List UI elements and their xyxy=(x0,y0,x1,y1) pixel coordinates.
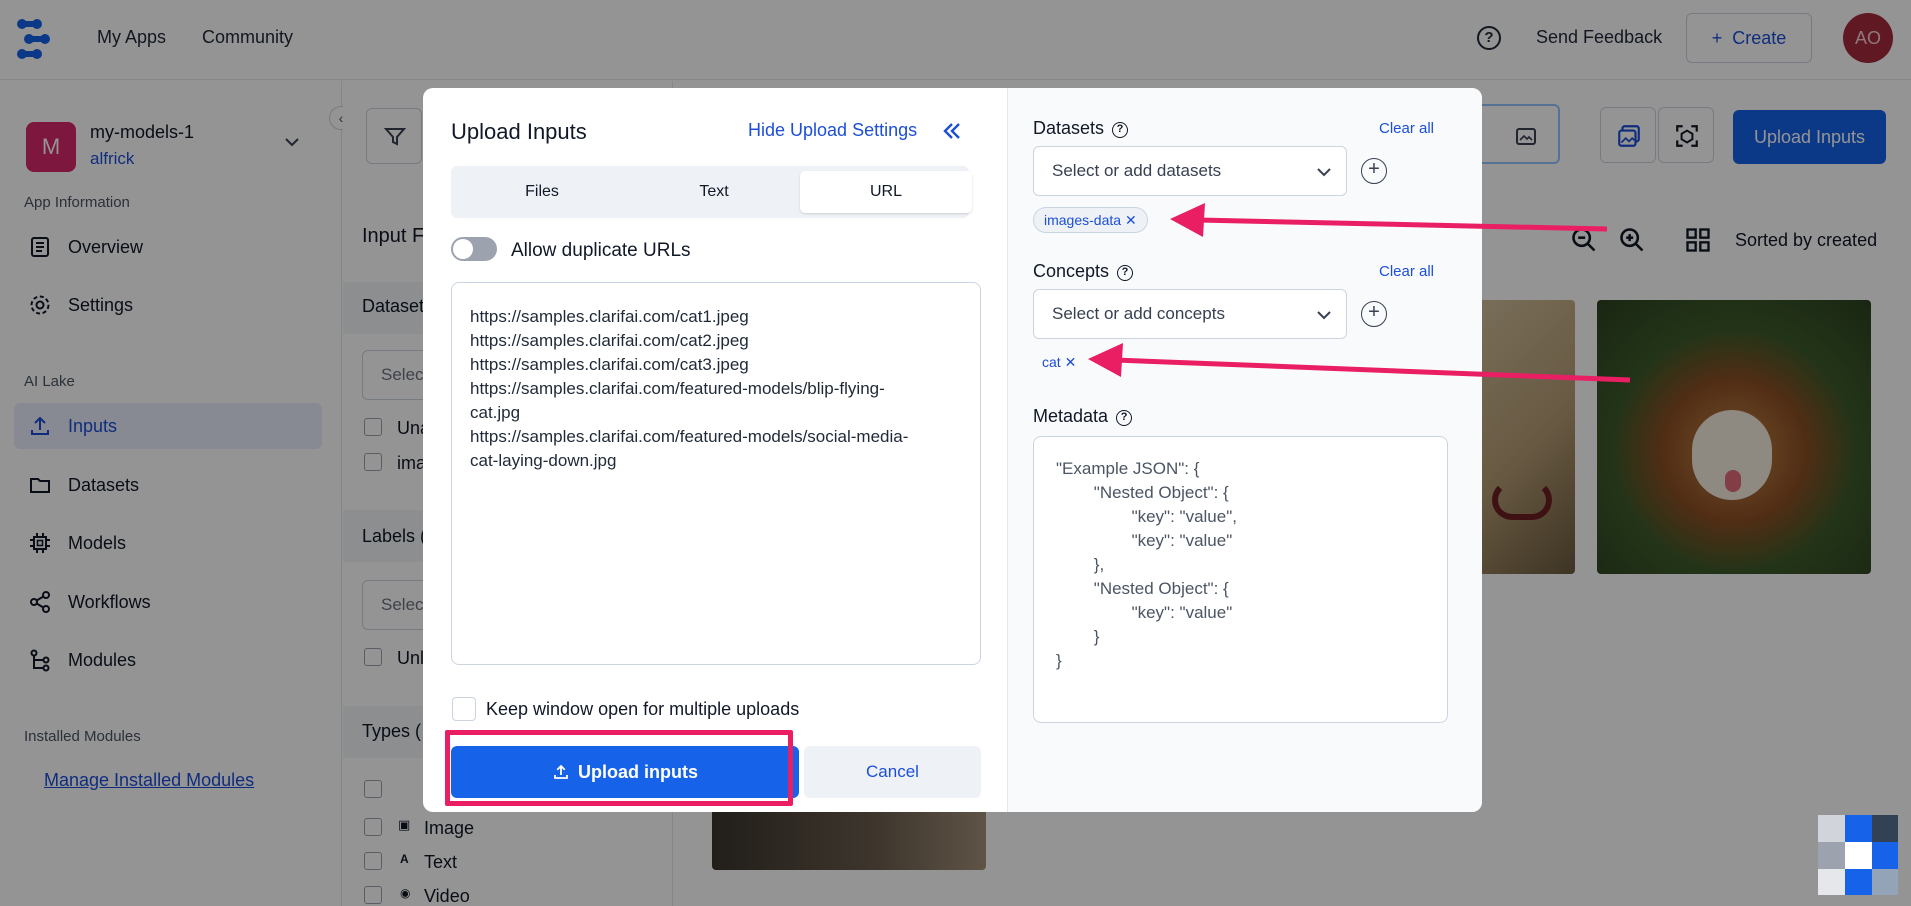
close-icon[interactable]: ✕ xyxy=(1065,354,1077,370)
datasets-placeholder: Select or add datasets xyxy=(1052,161,1222,180)
metadata-line: "key": "value" xyxy=(1056,603,1233,622)
add-dataset-button[interactable]: + xyxy=(1361,158,1387,184)
question-circle-icon[interactable]: ? xyxy=(1112,122,1129,138)
concepts-select[interactable]: Select or add concepts xyxy=(1033,289,1347,339)
allow-duplicates-label: Allow duplicate URLs xyxy=(511,240,691,261)
dataset-chip: images-data ✕ xyxy=(1033,207,1148,233)
url-line: https://samples.clarifai.com/cat3.jpeg xyxy=(470,355,749,374)
double-chevron-left-icon[interactable] xyxy=(941,120,963,142)
url-line: https://samples.clarifai.com/featured-mo… xyxy=(470,379,885,398)
metadata-line: "Example JSON": { xyxy=(1056,459,1200,478)
question-circle-icon[interactable]: ? xyxy=(1116,410,1133,426)
url-line: https://samples.clarifai.com/cat1.jpeg xyxy=(470,307,749,326)
metadata-line: } xyxy=(1056,627,1100,646)
chevron-down-icon xyxy=(1317,311,1331,320)
url-line: https://samples.clarifai.com/featured-mo… xyxy=(470,427,909,446)
metadata-line: }, xyxy=(1056,555,1105,574)
metadata-heading: Metadata? xyxy=(1033,406,1133,427)
url-line: cat.jpg xyxy=(470,403,521,422)
metadata-textarea[interactable]: "Example JSON": { "Nested Object": { "ke… xyxy=(1033,436,1448,723)
upload-settings-panel: Datasets? Select or add datasets + image… xyxy=(1007,88,1482,812)
datasets-clear-all-link[interactable]: Clear all xyxy=(1379,120,1434,137)
url-line: https://samples.clarifai.com/cat2.jpeg xyxy=(470,331,749,350)
metadata-line: "Nested Object": { xyxy=(1056,483,1229,502)
upload-button-highlight xyxy=(445,730,793,806)
allow-duplicates-toggle[interactable] xyxy=(451,237,497,261)
keep-open-label: Keep window open for multiple uploads xyxy=(486,699,800,719)
dataset-chip-label: images-data xyxy=(1044,212,1122,228)
metadata-line: "key": "value" xyxy=(1056,531,1233,550)
concepts-heading: Concepts? xyxy=(1033,261,1134,282)
toggle-knob xyxy=(453,239,473,259)
modal-title: Upload Inputs xyxy=(451,119,587,144)
keep-open-checkbox[interactable] xyxy=(452,697,476,721)
cancel-button[interactable]: Cancel xyxy=(804,746,981,798)
concepts-placeholder: Select or add concepts xyxy=(1052,304,1225,323)
upload-type-tabs: Files Text URL xyxy=(451,166,972,218)
datasets-label: Datasets xyxy=(1033,118,1105,138)
url-line: cat-laying-down.jpg xyxy=(470,451,617,470)
metadata-label: Metadata xyxy=(1033,406,1109,426)
question-circle-icon[interactable]: ? xyxy=(1117,265,1134,281)
corner-widget-icon[interactable] xyxy=(1818,815,1898,895)
metadata-line: "key": "value", xyxy=(1056,507,1237,526)
tab-url[interactable]: URL xyxy=(800,171,972,213)
concept-chip: cat ✕ xyxy=(1033,350,1086,376)
close-icon[interactable]: ✕ xyxy=(1125,212,1137,228)
metadata-line: "Nested Object": { xyxy=(1056,579,1229,598)
hide-upload-settings-link[interactable]: Hide Upload Settings xyxy=(748,120,917,141)
url-textarea[interactable]: https://samples.clarifai.com/cat1.jpeg h… xyxy=(451,282,981,665)
datasets-select[interactable]: Select or add datasets xyxy=(1033,146,1347,196)
concept-chip-label: cat xyxy=(1042,354,1061,370)
datasets-heading: Datasets? xyxy=(1033,118,1129,139)
tab-text[interactable]: Text xyxy=(628,171,800,213)
add-concept-button[interactable]: + xyxy=(1361,301,1387,327)
tab-files[interactable]: Files xyxy=(456,171,628,213)
metadata-line: } xyxy=(1056,651,1062,670)
chevron-down-icon xyxy=(1317,168,1331,177)
concepts-label: Concepts xyxy=(1033,261,1110,281)
upload-inputs-modal: Upload Inputs Hide Upload Settings Files… xyxy=(423,88,1482,812)
concepts-clear-all-link[interactable]: Clear all xyxy=(1379,263,1434,280)
